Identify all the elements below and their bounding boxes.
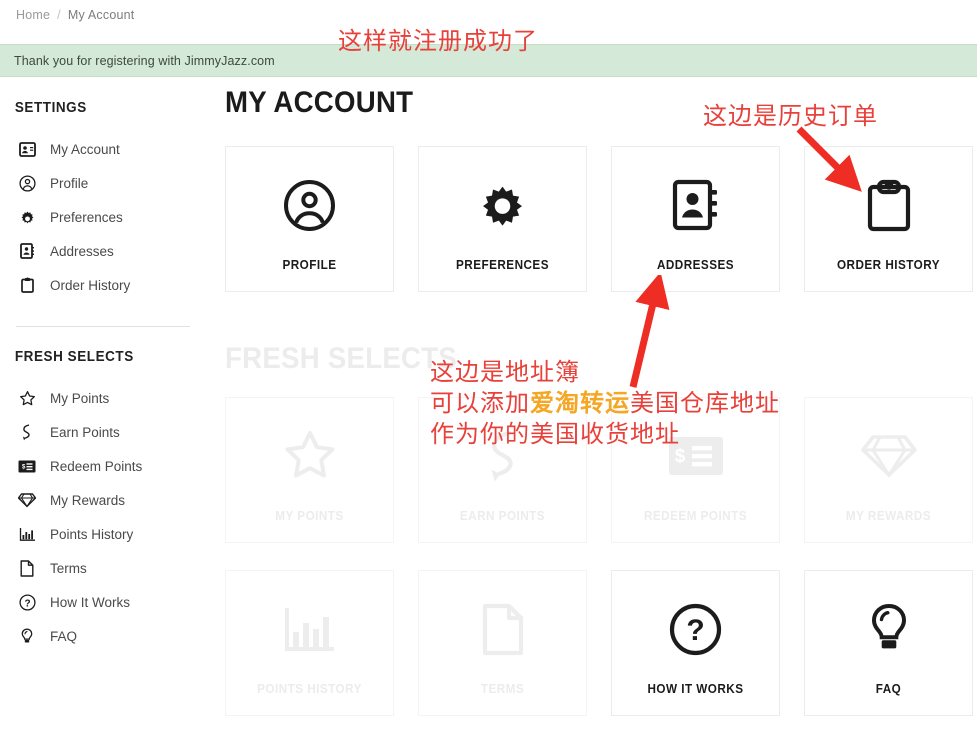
sidebar-item-redeem-points[interactable]: $ Redeem Points [0, 449, 206, 483]
card-addresses[interactable]: ADDRESSES [611, 146, 780, 292]
question-circle-icon: ? [16, 592, 38, 612]
money-card-icon: $ [16, 456, 38, 476]
success-banner-text: Thank you for registering with JimmyJazz… [14, 53, 275, 68]
sidebar-item-profile[interactable]: Profile [0, 166, 206, 200]
sidebar-item-label: Earn Points [50, 424, 120, 440]
bar-chart-icon [283, 601, 336, 657]
bar-chart-icon [16, 524, 38, 544]
card-faq[interactable]: FAQ [804, 570, 973, 716]
svg-text:?: ? [24, 598, 30, 609]
sidebar-item-my-points[interactable]: My Points [0, 381, 206, 415]
sidebar-item-label: My Points [50, 390, 110, 406]
question-circle-icon: ? [669, 601, 722, 657]
document-icon [482, 601, 524, 657]
sidebar-item-label: Addresses [50, 243, 114, 259]
sidebar-item-label: Redeem Points [50, 458, 143, 474]
sidebar-heading-fresh-selects: FRESH SELECTS [14, 349, 134, 365]
card-label: ADDRESSES [656, 258, 735, 272]
card-my-points: MY POINTS [225, 397, 394, 543]
card-label: ORDER HISTORY [836, 258, 940, 272]
card-earn-points: EARN POINTS [418, 397, 587, 543]
svg-text:?: ? [686, 614, 704, 647]
card-redeem-points: $ REDEEM POINTS [611, 397, 780, 543]
address-book-icon [672, 177, 720, 233]
sidebar-item-label: FAQ [50, 628, 78, 644]
card-profile[interactable]: PROFILE [225, 146, 394, 292]
sidebar-item-label: How It Works [50, 594, 131, 610]
sidebar-item-earn-points[interactable]: Earn Points [0, 415, 206, 449]
sidebar-item-terms[interactable]: Terms [0, 551, 206, 585]
account-page: Home / My Account Thank you for register… [0, 0, 977, 734]
main-content: MY ACCOUNT [225, 88, 973, 132]
page-title: MY ACCOUNT [225, 86, 414, 119]
card-label: POINTS HISTORY [257, 682, 362, 696]
diamond-icon [16, 490, 38, 510]
card-terms: TERMS [418, 570, 587, 716]
sidebar-item-my-account[interactable]: My Account [0, 132, 206, 166]
annotation-addresses-line1: 这边是地址簿 [430, 358, 580, 386]
sidebar-item-label: Points History [50, 526, 134, 542]
card-label: FAQ [875, 682, 902, 696]
clipboard-icon [16, 275, 38, 295]
sidebar-divider [16, 326, 190, 327]
section-title-fresh-selects: FRESH SELECTS [225, 342, 458, 375]
breadcrumb-home[interactable]: Home [16, 8, 50, 22]
sidebar-item-label: Order History [50, 277, 131, 293]
breadcrumb: Home / My Account [16, 8, 134, 22]
sidebar-item-faq[interactable]: FAQ [0, 619, 206, 653]
card-label: PROFILE [282, 258, 337, 272]
sidebar-item-label: Terms [50, 560, 87, 576]
success-banner: Thank you for registering with JimmyJazz… [0, 44, 977, 77]
money-card-icon: $ [668, 428, 724, 484]
fresh-selects-grid-row1: MY POINTS EARN POINTS $ REDEEM POINTS MY… [225, 397, 973, 543]
card-label: MY REWARDS [845, 509, 932, 523]
card-label: MY POINTS [275, 509, 344, 523]
lightbulb-icon [16, 626, 38, 646]
contact-card-icon [16, 139, 38, 159]
sidebar-item-label: Profile [50, 175, 89, 191]
sidebar-item-label: My Account [50, 141, 120, 157]
sidebar-item-order-history[interactable]: Order History [0, 268, 206, 302]
sidebar-heading-settings: SETTINGS [14, 100, 87, 116]
ribbon-icon [482, 428, 524, 484]
sidebar-item-my-rewards[interactable]: My Rewards [0, 483, 206, 517]
sidebar-item-points-history[interactable]: Points History [0, 517, 206, 551]
star-icon [16, 388, 38, 408]
card-points-history: POINTS HISTORY [225, 570, 394, 716]
breadcrumb-current: My Account [67, 8, 135, 22]
sidebar-item-label: Preferences [50, 209, 123, 225]
sidebar-item-label: My Rewards [50, 492, 126, 508]
card-label: EARN POINTS [459, 509, 546, 523]
card-label: REDEEM POINTS [643, 509, 747, 523]
card-preferences[interactable]: PREFERENCES [418, 146, 587, 292]
gear-icon [16, 207, 38, 227]
document-icon [16, 558, 38, 578]
clipboard-icon [867, 177, 911, 233]
sidebar: SETTINGS My Account Profile Preferences … [0, 100, 206, 653]
gear-icon [476, 177, 529, 233]
breadcrumb-separator: / [57, 8, 61, 22]
card-label: HOW IT WORKS [647, 682, 744, 696]
card-order-history[interactable]: ORDER HISTORY [804, 146, 973, 292]
card-how-it-works[interactable]: ? HOW IT WORKS [611, 570, 780, 716]
card-label: PREFERENCES [456, 258, 549, 272]
sidebar-item-addresses[interactable]: Addresses [0, 234, 206, 268]
diamond-icon [860, 428, 917, 484]
card-label: TERMS [480, 682, 525, 696]
sidebar-item-preferences[interactable]: Preferences [0, 200, 206, 234]
arrow-to-addresses [629, 275, 670, 388]
star-icon [283, 428, 337, 484]
user-circle-icon [16, 173, 38, 193]
address-book-icon [16, 241, 38, 261]
sidebar-item-how-it-works[interactable]: ? How It Works [0, 585, 206, 619]
fresh-selects-grid-row2: POINTS HISTORY TERMS ? HOW IT WORKS FAQ [225, 570, 973, 716]
account-card-grid: PROFILE PREFERENCES ADDRESSES ORDER HIST… [225, 146, 973, 292]
ribbon-icon [16, 422, 38, 442]
svg-text:$: $ [674, 446, 685, 467]
lightbulb-icon [867, 601, 911, 657]
user-circle-icon [283, 177, 336, 233]
card-my-rewards: MY REWARDS [804, 397, 973, 543]
